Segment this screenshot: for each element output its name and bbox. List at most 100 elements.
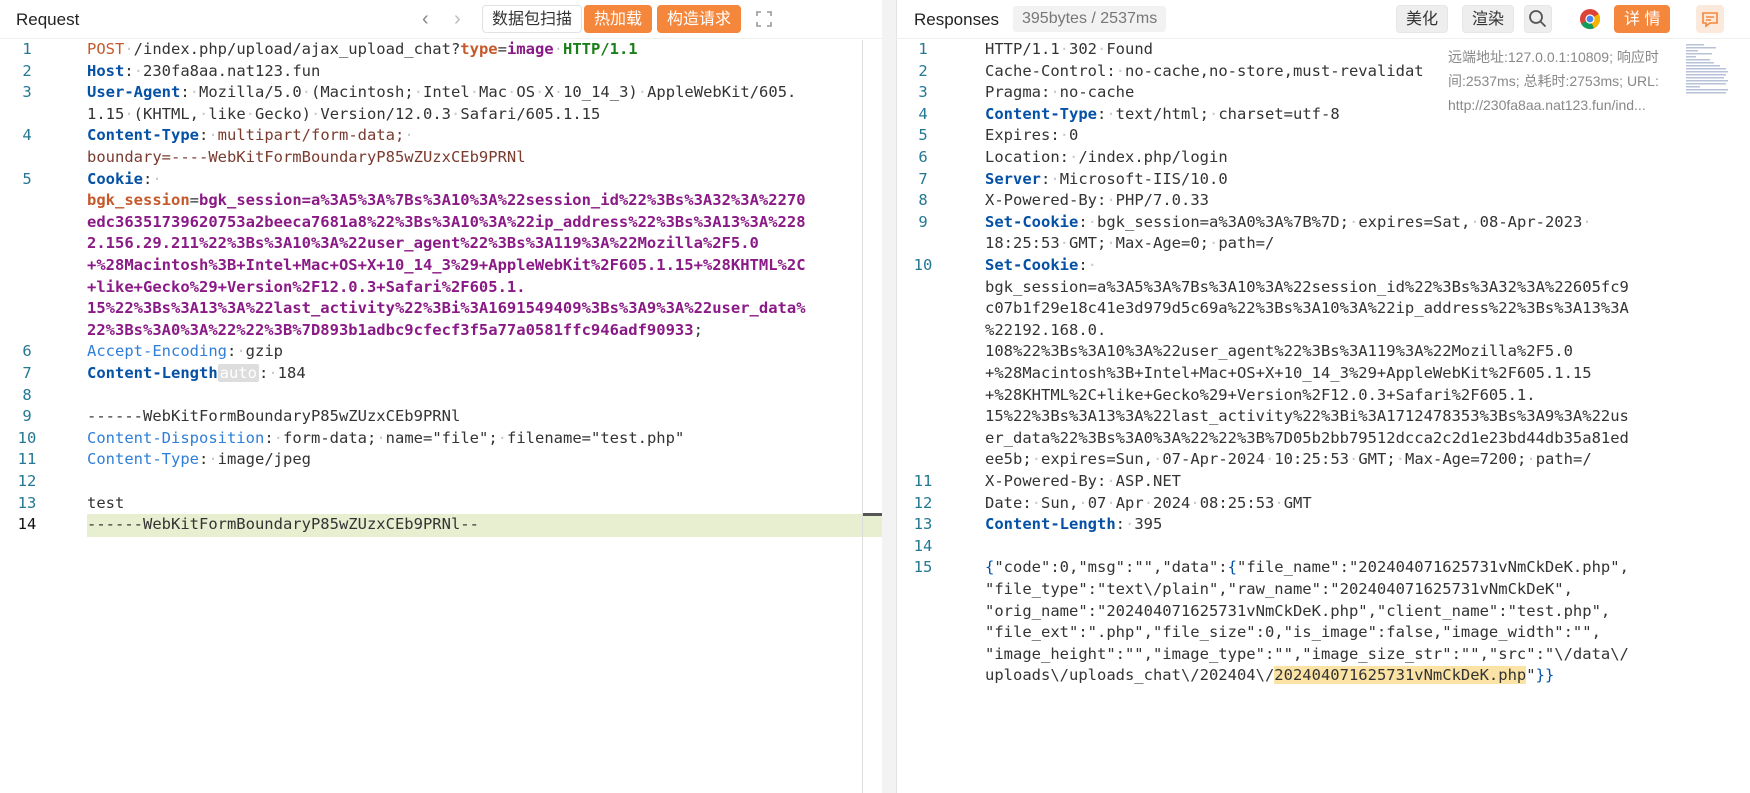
response-editor[interactable]: 1 HTTP/1.1·302·Found 2 Cache-Control:·no-ca…	[896, 40, 1750, 793]
code-token: Accept-Encoding	[87, 342, 227, 361]
line-number: 6	[22, 342, 32, 361]
response-code-line: er_data%22%3Bs%3A0%3A%22%22%3B%7D05b2bb7…	[985, 429, 1629, 447]
line-number: 6	[918, 148, 928, 166]
response-code-line: "file_type":"text\/plain","raw_name":"20…	[985, 580, 1573, 598]
minimap[interactable]	[1684, 42, 1730, 102]
code-token: +like+Gecko%29+Version%2F12.0.3+Safari%2…	[87, 277, 526, 296]
request-title: Request	[16, 10, 80, 29]
request-code-line: Accept-Encoding:·gzip	[87, 342, 283, 360]
code-token: ;	[693, 320, 703, 339]
code-token: 108%22%3Bs%3A10%3A%22user_agent%22%3Bs%3…	[985, 342, 1573, 361]
meta-line: 间:2537ms; 总耗时:2753ms; URL:	[1448, 73, 1659, 89]
request-code-line: boundary=----WebKitFormBoundaryP85wZUzxC…	[87, 148, 526, 166]
code-token: type	[460, 40, 498, 58]
code-token: :·form-data;·name="file";·filename="test…	[264, 428, 685, 447]
line-number: 15	[913, 558, 933, 577]
request-toolbar: Request ‹ › 数据包扫描 热加载 构造请求	[0, 0, 882, 39]
code-token: :·	[198, 126, 218, 145]
line-number: 7	[22, 364, 32, 382]
beautify-button[interactable]: 美化	[1396, 5, 1449, 33]
response-code-line: 18:25:53·GMT;·Max-Age=0;·path=/	[985, 234, 1274, 252]
request-code-line: 15%22%3Bs%3A13%3A%22last_activity%22%3Bi…	[87, 299, 806, 317]
build-request-button[interactable]: 构造请求	[657, 5, 742, 33]
response-code-line: "image_height":"","image_type":"","image…	[985, 645, 1629, 663]
search-icon[interactable]	[1524, 5, 1552, 33]
splitter[interactable]	[882, 0, 897, 793]
code-token: Content-Type	[985, 104, 1097, 123]
code-token: Pragma:·no-cache	[985, 83, 1135, 102]
code-token: ·/index.php/upload/ajax_upload_chat?	[124, 40, 461, 58]
code-token: auto	[217, 364, 259, 382]
line-number: 13	[17, 493, 37, 512]
fullscreen-icon[interactable]	[750, 5, 778, 33]
request-code-line: Content-Disposition:·form-data;·name="fi…	[87, 429, 684, 447]
response-code-line: Cache-Control:·no-cache,no-store,must-re…	[985, 62, 1424, 80]
code-token: 15%22%3Bs%3A13%3A%22last_activity%22%3Bi…	[87, 299, 806, 318]
code-token: :·Microsoft-IIS/10.0	[1041, 169, 1228, 188]
request-code-line: POST·/index.php/upload/ajax_upload_chat?…	[87, 40, 638, 58]
code-token: Content-Disposition	[87, 428, 265, 447]
code-token: edc36351739620753a2beeca7681a8%22%3Bs%3A…	[87, 212, 806, 231]
response-code-line: c07b1f29e18c41e3d979d5c69a%22%3Bs%3A10%3…	[985, 299, 1629, 317]
code-token: X-Powered-By:·ASP.NET	[985, 472, 1181, 490]
request-editor[interactable]: 1 POST·/index.php/upload/ajax_upload_chat…	[0, 40, 882, 793]
request-code-line: 1.15·(KHTML,·like·Gecko)·Version/12.0.3·…	[87, 105, 600, 123]
code-token: Content-Type	[87, 450, 199, 469]
code-token: c07b1f29e18c41e3d979d5c69a%22%3Bs%3A10%3…	[985, 299, 1629, 318]
code-token: ------WebKitFormBoundaryP85wZUzxCEb9PRNl	[87, 407, 461, 426]
code-token: Set-Cookie	[985, 256, 1079, 274]
code-token: test	[87, 493, 125, 512]
code-token: +%28Macintosh%3B+Intel+Mac+OS+X+10_14_3%…	[87, 256, 806, 274]
code-token: ------WebKitFormBoundaryP85wZUzxCEb9PRNl…	[87, 515, 479, 534]
code-token: er_data%22%3Bs%3A0%3A%22%22%3B%7D05b2bb7…	[985, 428, 1629, 447]
code-token: multipart/form-data;	[217, 126, 405, 145]
code-token: :·Mozilla/5.0·(Macintosh;·Intel·Mac·OS·X…	[180, 83, 797, 102]
response-code-line: Set-Cookie:·	[985, 256, 1097, 274]
code-token: Cookie	[87, 169, 143, 188]
chrome-icon[interactable]	[1576, 5, 1604, 33]
code-token: :·text/html;·charset=utf-8	[1096, 104, 1340, 123]
response-pane: Responses 395bytes / 2537ms 美化 渲染 详 情 1 H…	[896, 0, 1750, 793]
code-token: +%28KHTML%2C+like+Gecko%29+Version%2F12.…	[985, 385, 1536, 404]
line-number: 2	[22, 61, 32, 80]
response-code-line: uploads\/uploads_chat\/202404\/202404071…	[985, 666, 1554, 685]
details-button[interactable]: 详 情	[1614, 5, 1671, 33]
packet-scan-button[interactable]: 数据包扫描	[482, 5, 583, 33]
request-code-line: +%28Macintosh%3B+Intel+Mac+OS+X+10_14_3%…	[87, 256, 806, 274]
code-token: "orig_name":"202404071625731vNmCkDeK.php…	[985, 601, 1611, 620]
response-code-line: Expires:·0	[985, 126, 1078, 144]
request-code-line: Cookie:·	[87, 170, 162, 188]
line-number: 4	[22, 126, 32, 145]
code-token: :·184	[258, 364, 306, 382]
code-token: :·image/jpeg	[198, 450, 311, 469]
code-token: =	[189, 191, 199, 210]
line-number: 1	[22, 40, 32, 58]
code-token: image	[506, 40, 554, 58]
code-token: ee5b;·expires=Sun,·07-Apr-2024·10:25:53·…	[985, 450, 1592, 469]
line-number: 4	[918, 104, 928, 123]
code-token: :·395	[1115, 515, 1163, 534]
response-code-line: +%28Macintosh%3B+Intel+Mac+OS+X+10_14_3%…	[985, 364, 1592, 382]
code-token: bgk_session=a%3A5%3A%7Bs%3A10%3A%22sessi…	[199, 191, 806, 210]
code-token: 18:25:53·GMT;·Max-Age=0;·path=/	[985, 234, 1275, 253]
code-token: Date:·Sun,·07·Apr·2024·08:25:53·GMT	[985, 493, 1312, 512]
code-token: 1.15·(KHTML,·like·Gecko)·Version/12.0.3·…	[87, 104, 601, 123]
code-token: %22192.168.0.	[985, 320, 1107, 339]
line-number: 1	[918, 40, 928, 58]
response-code-line: X-Powered-By:·ASP.NET	[985, 472, 1181, 490]
forward-arrow-icon[interactable]: ›	[454, 8, 461, 31]
line-number: 8	[918, 191, 928, 210]
line-number: 8	[22, 385, 32, 404]
request-pane: Request ‹ › 数据包扫描 热加载 构造请求 1 POST·/index.…	[0, 0, 883, 793]
comment-icon[interactable]	[1696, 5, 1724, 33]
back-arrow-icon[interactable]: ‹	[422, 8, 429, 31]
request-code-line: ------WebKitFormBoundaryP85wZUzxCEb9PRNl…	[87, 515, 479, 533]
code-token: =	[497, 40, 507, 58]
response-code-line: Content-Type:·text/html;·charset=utf-8	[985, 105, 1340, 123]
request-code-line: +like+Gecko%29+Version%2F12.0.3+Safari%2…	[87, 278, 526, 296]
hot-load-button[interactable]: 热加载	[584, 5, 653, 33]
render-button[interactable]: 渲染	[1462, 5, 1515, 33]
code-token: Host	[87, 61, 125, 80]
response-code-line: "file_ext":".php","file_size":0,"is_imag…	[985, 623, 1601, 641]
code-token: "file_ext":".php","file_size":0,"is_imag…	[985, 623, 1601, 642]
